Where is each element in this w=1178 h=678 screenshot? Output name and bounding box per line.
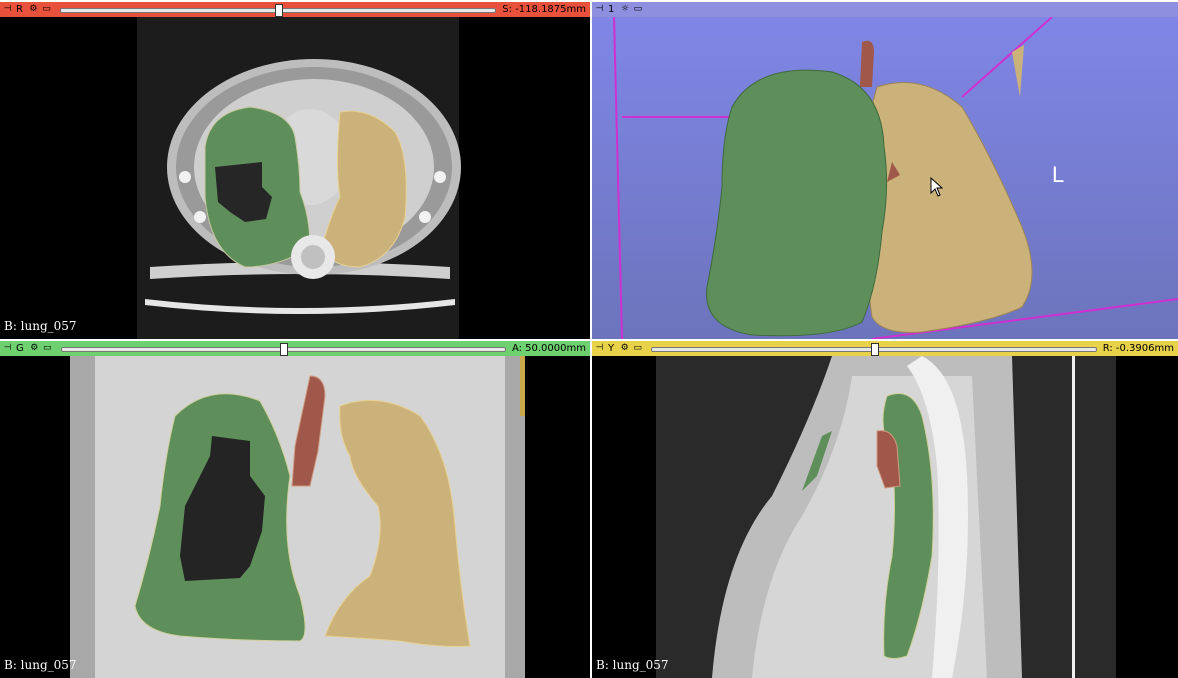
threed-view-label: 1 bbox=[608, 4, 615, 15]
yellow-slice-canvas[interactable]: B: lung_057 bbox=[592, 356, 1178, 678]
yellow-slider-thumb[interactable] bbox=[870, 343, 879, 356]
green-slice-slider[interactable] bbox=[60, 341, 506, 356]
pin-icon[interactable]: ⊣ bbox=[594, 4, 605, 15]
view-menu-icon[interactable]: ▭ bbox=[632, 4, 643, 15]
yellow-view-label: Y bbox=[608, 343, 615, 354]
yellow-slice-slider[interactable] bbox=[651, 341, 1097, 356]
green-slice-view[interactable]: ⊣ G ⚙ ▭ A: 50.0000mm B: lung_057 bbox=[0, 341, 590, 678]
yellow-slice-view[interactable]: ⊣ Y ⚙ ▭ R: -0.3906mm B: lung_057 bbox=[592, 341, 1178, 678]
green-view-controller-bar: ⊣ G ⚙ ▭ A: 50.0000mm bbox=[0, 341, 590, 356]
pin-icon[interactable]: ⊣ bbox=[2, 343, 13, 354]
yellow-corner-annotation: B: lung_057 bbox=[596, 658, 669, 672]
green-slider-thumb[interactable] bbox=[280, 343, 289, 356]
red-slice-offset: S: -118.1875mm bbox=[502, 4, 586, 15]
view-menu-icon[interactable]: ▭ bbox=[42, 343, 53, 354]
green-slice-canvas[interactable]: B: lung_057 bbox=[0, 356, 590, 678]
red-slice-view[interactable]: ⊣ R ⚙ ▭ S: -118.1875mm B: lung_057 bbox=[0, 2, 590, 339]
threed-view[interactable]: ⊣ 1 ☼ ▭ L bbox=[592, 2, 1178, 339]
link-icon[interactable]: ⚙ bbox=[29, 343, 40, 354]
threed-render-canvas[interactable]: L bbox=[592, 17, 1178, 339]
pin-icon[interactable]: ⊣ bbox=[2, 4, 13, 15]
green-slice-offset: A: 50.0000mm bbox=[511, 343, 586, 354]
red-slider-thumb[interactable] bbox=[275, 4, 284, 17]
green-view-label: G bbox=[16, 343, 24, 354]
mouse-cursor-icon bbox=[930, 177, 944, 197]
view-menu-icon[interactable]: ▭ bbox=[632, 343, 643, 354]
red-slice-canvas[interactable]: B: lung_057 bbox=[0, 17, 590, 339]
yellow-view-controller-bar: ⊣ Y ⚙ ▭ R: -0.3906mm bbox=[592, 341, 1178, 356]
link-icon[interactable]: ⚙ bbox=[28, 4, 39, 15]
settings-icon[interactable]: ☼ bbox=[619, 4, 630, 15]
orientation-marker: L bbox=[1052, 162, 1065, 187]
yellow-slice-offset: R: -0.3906mm bbox=[1102, 343, 1174, 354]
red-slice-slider[interactable] bbox=[59, 2, 497, 17]
red-corner-annotation: B: lung_057 bbox=[4, 319, 77, 333]
threed-view-controller-bar: ⊣ 1 ☼ ▭ bbox=[592, 2, 1178, 17]
green-corner-annotation: B: lung_057 bbox=[4, 658, 77, 672]
view-menu-icon[interactable]: ▭ bbox=[41, 4, 52, 15]
pin-icon[interactable]: ⊣ bbox=[594, 343, 605, 354]
link-icon[interactable]: ⚙ bbox=[619, 343, 630, 354]
red-view-label: R bbox=[16, 4, 23, 15]
red-view-controller-bar: ⊣ R ⚙ ▭ S: -118.1875mm bbox=[0, 2, 590, 17]
